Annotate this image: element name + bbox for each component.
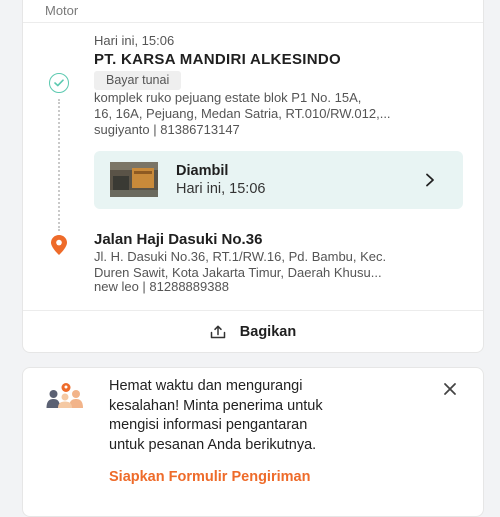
recipient-address-line: Jl. H. Dasuki No.36, RT.1/RW.16, Pd. Bam… <box>94 249 387 264</box>
status-time: Hari ini, 15:06 <box>176 181 266 197</box>
promo-message-line: mengisi informasi pengantaran <box>109 417 308 433</box>
pickup-time: Hari ini, 15:06 <box>94 33 175 48</box>
promo-message-line: kesalahan! Minta penerima untuk <box>109 397 323 414</box>
recipients-icon <box>46 383 83 408</box>
sender-contact: sugiyanto | 81386713147 <box>94 122 240 137</box>
sender-name: PT. KARSA MANDIRI ALKESINDO <box>94 51 341 68</box>
share-icon <box>210 325 226 339</box>
share-label: Bagikan <box>239 324 297 340</box>
sender-address-line: 16, 16A, Pejuang, Medan Satria, RT.010/R… <box>94 106 391 121</box>
sender-address: komplek ruko pejuang estate blok P1 No. … <box>94 90 466 122</box>
share-button[interactable]: Bagikan <box>23 311 483 353</box>
divider <box>23 22 483 23</box>
promo-message: Hemat waktu dan mengurangi kesalahan! Mi… <box>109 377 419 455</box>
pickup-status-card[interactable]: Diambil Hari ini, 15:06 <box>94 151 463 209</box>
promo-message-line: Hemat waktu dan mengurangi <box>109 378 303 394</box>
prepare-delivery-form-link[interactable]: Siapkan Formulir Pengiriman <box>109 469 310 485</box>
recipient-form-promo-card: Hemat waktu dan mengurangi kesalahan! Mi… <box>22 367 484 517</box>
close-icon[interactable] <box>443 382 457 396</box>
location-pin-icon <box>51 235 67 255</box>
sender-address-line: komplek ruko pejuang estate blok P1 No. … <box>94 90 362 105</box>
order-card: Motor Hari ini, 15:06 PT. KARSA MANDIRI … <box>22 0 484 353</box>
pickup-photo-thumbnail[interactable] <box>110 162 158 197</box>
vehicle-type: Motor <box>45 3 79 18</box>
chevron-right-icon <box>426 173 434 187</box>
payment-badge: Bayar tunai <box>94 71 182 90</box>
recipient-address: Jl. H. Dasuki No.36, RT.1/RW.16, Pd. Bam… <box>94 249 466 281</box>
route-line <box>58 99 60 231</box>
recipient-street: Jalan Haji Dasuki No.36 <box>94 231 263 248</box>
status-title: Diambil <box>176 163 229 179</box>
recipient-contact: new leo | 81288889388 <box>94 279 229 294</box>
promo-message-line: untuk pesanan Anda berikutnya. <box>109 436 317 453</box>
check-icon <box>49 73 69 93</box>
